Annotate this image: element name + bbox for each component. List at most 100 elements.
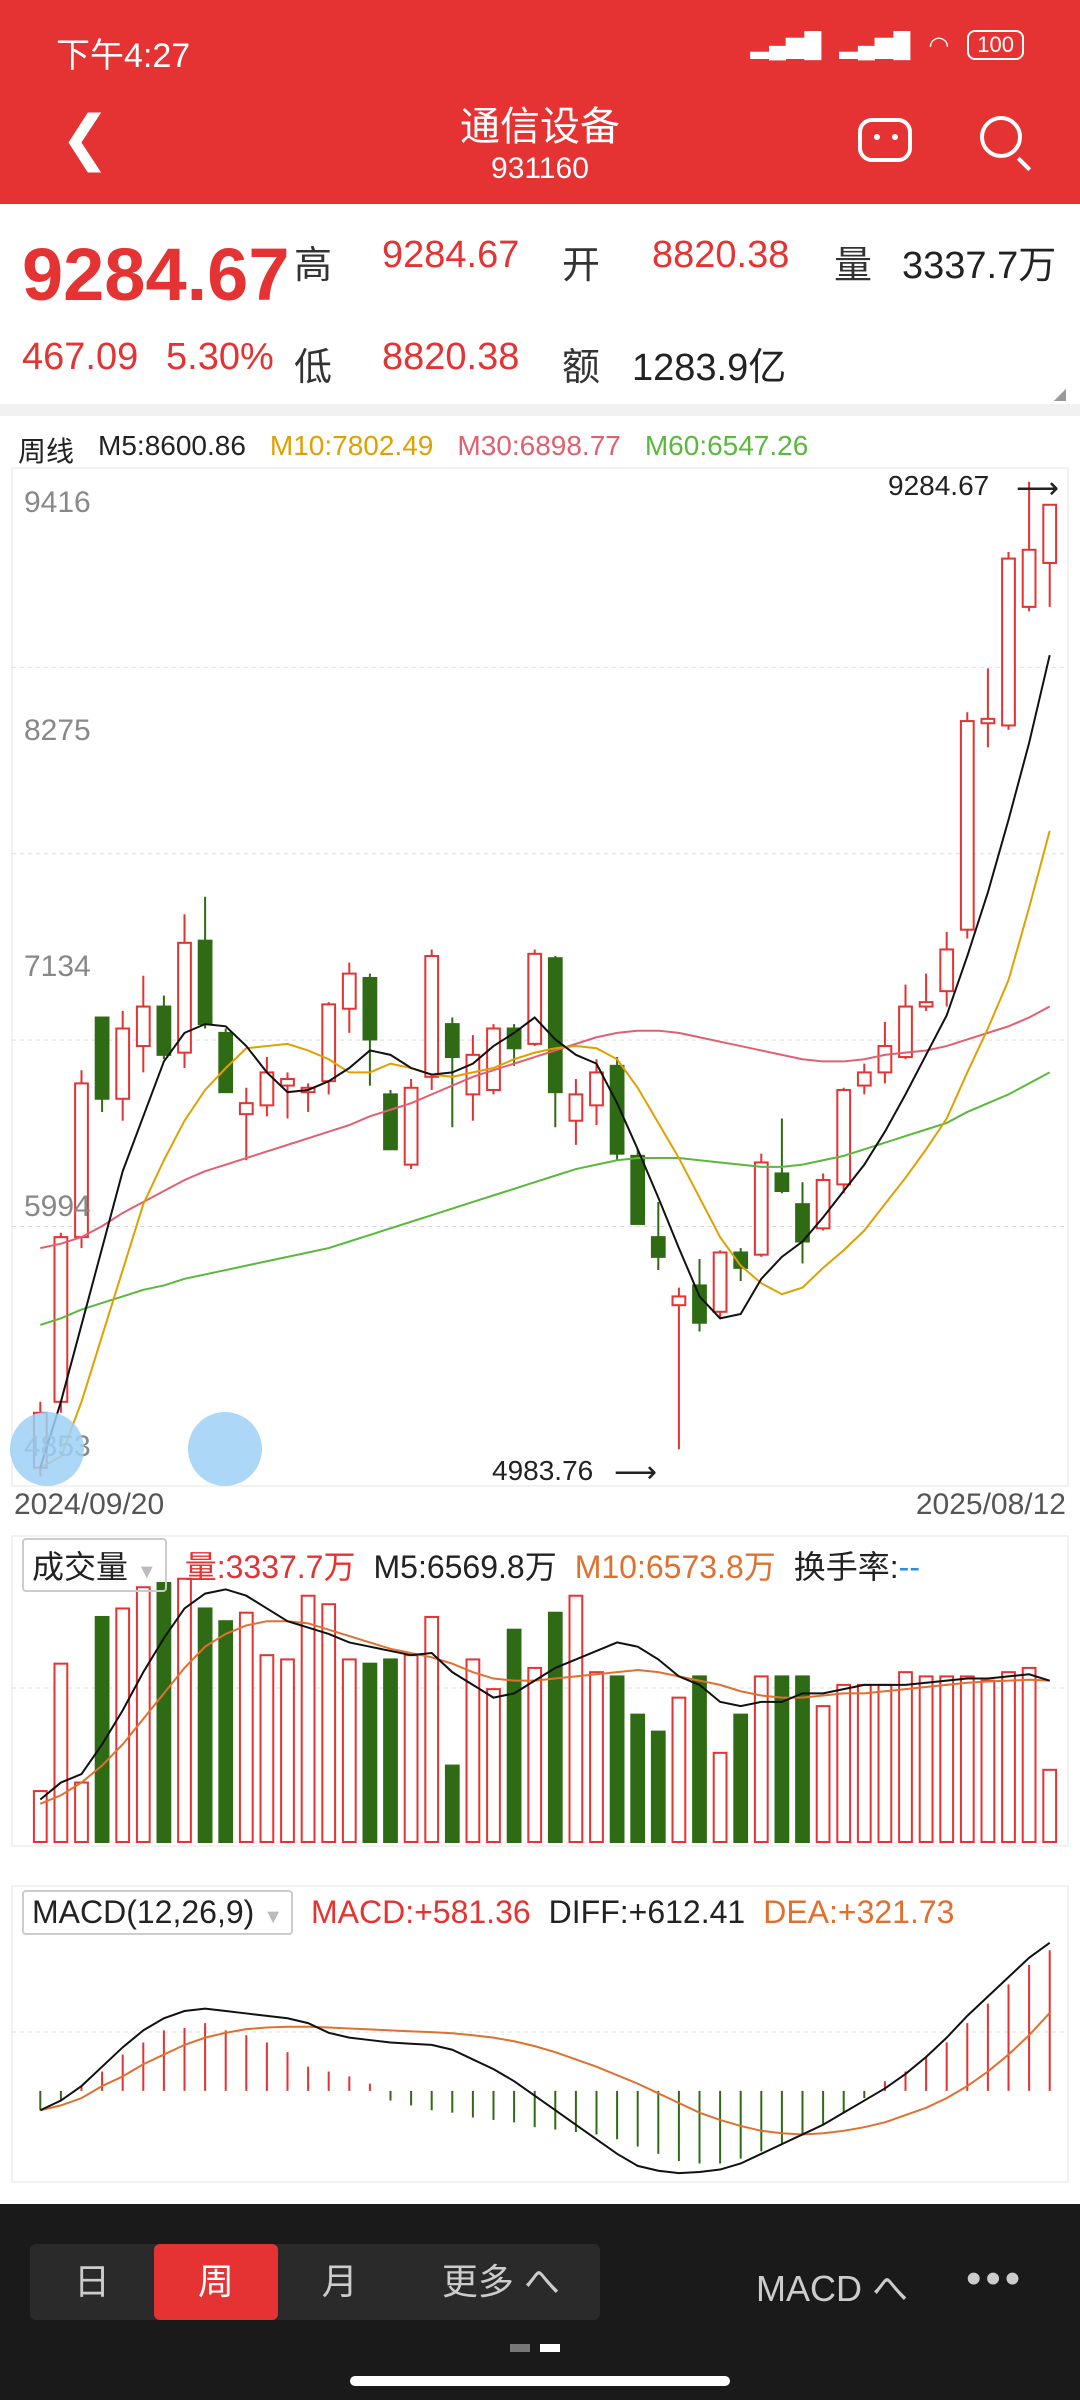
- candle-body: [341, 972, 357, 1010]
- volume-bar: [383, 1658, 398, 1844]
- amount-label: 额: [562, 347, 601, 389]
- volume-bar: [959, 1675, 975, 1844]
- ma5-line: [39, 654, 1051, 1468]
- candle-body: [836, 1088, 852, 1186]
- volume-bar: [527, 1666, 543, 1844]
- volume-bar: [300, 1594, 316, 1843]
- open-label: 开: [562, 245, 601, 287]
- volume-current: 量:3337.7万: [184, 1549, 356, 1585]
- volume-m5: M5:6569.8万: [373, 1549, 557, 1585]
- change-percent: 5.30%: [166, 336, 274, 378]
- signal-icon: ▂▄▆█: [750, 31, 822, 59]
- volume-bar: [671, 1696, 687, 1843]
- volume-bar: [74, 1781, 89, 1843]
- volume-bar: [341, 1658, 357, 1844]
- candle-body: [1021, 548, 1037, 608]
- y-tick-0: 9416: [24, 486, 91, 519]
- candle-body: [238, 1102, 254, 1116]
- volume-bar: [856, 1683, 872, 1844]
- candle-body: [527, 952, 543, 1045]
- candle-body: [939, 948, 955, 993]
- signal-icon-2: ▂▄▆█: [839, 31, 911, 59]
- high-value: 9284.67: [382, 234, 520, 276]
- volume-bar: [1001, 1671, 1016, 1843]
- candle-body: [589, 1071, 604, 1107]
- candle-body: [568, 1093, 584, 1122]
- volume-bar: [218, 1620, 234, 1843]
- change-value: 467.09: [22, 336, 139, 378]
- candle-body: [547, 957, 563, 1094]
- indicator-selector[interactable]: MACD へ: [756, 2260, 908, 2312]
- tab-day[interactable]: 日: [30, 2244, 154, 2320]
- candle-body: [1001, 557, 1016, 727]
- diff-line: [39, 1941, 1051, 2175]
- volume-bar: [424, 1615, 440, 1844]
- candle-body: [94, 1016, 110, 1100]
- macd-selector-label: MACD(12,26,9): [32, 1894, 255, 1930]
- volume-bar: [1042, 1768, 1058, 1844]
- ma10-line: [39, 830, 1051, 1469]
- tab-week[interactable]: 周: [153, 2244, 278, 2320]
- candle-body: [486, 1027, 501, 1091]
- candle-body: [362, 976, 378, 1041]
- home-indicator[interactable]: [350, 2376, 730, 2386]
- volume-bar: [712, 1751, 728, 1844]
- candle-body: [774, 1172, 790, 1192]
- fullscreen-icon[interactable]: [188, 1412, 262, 1486]
- low-marker-arrow: ⟶: [614, 1456, 657, 1489]
- volume-bar: [156, 1581, 172, 1843]
- current-price: 9284.67: [22, 233, 290, 316]
- candle-body: [671, 1295, 687, 1307]
- divider: [0, 404, 1080, 416]
- volume-bar: [939, 1675, 955, 1844]
- quote-panel: 9284.67 高 9284.67 开 8820.38 量 3337.7万 46…: [0, 204, 1080, 404]
- bottom-bar: 日 周 月 更多 へ MACD へ •••: [0, 2204, 1080, 2400]
- volume-bar: [898, 1671, 913, 1843]
- status-time: 下午4:27: [56, 37, 191, 75]
- status-icons: ▂▄▆█ ▂▄▆█ ◠ 100: [750, 30, 1024, 60]
- volume-selector[interactable]: 成交量 ▼: [22, 1538, 167, 1592]
- candle-body: [630, 1154, 646, 1225]
- candle-body: [712, 1251, 728, 1313]
- volume-bar: [980, 1679, 996, 1843]
- turnover-label: 换手率:: [793, 1549, 899, 1585]
- volume-bar: [918, 1675, 934, 1844]
- candle-body: [506, 1027, 522, 1050]
- candle-body: [156, 1005, 172, 1056]
- search-icon[interactable]: [980, 116, 1022, 158]
- candle-body: [177, 941, 192, 1054]
- candle-body: [280, 1078, 295, 1087]
- candle-body: [856, 1071, 872, 1087]
- macd-value: MACD:+581.36: [310, 1894, 531, 1930]
- candle-body: [898, 1005, 913, 1059]
- candle-body: [424, 955, 440, 1078]
- volume-bar: [589, 1671, 604, 1843]
- volume-selector-label: 成交量: [32, 1549, 129, 1585]
- volume-value: 3337.7万: [902, 245, 1057, 287]
- volume-bar: [259, 1654, 275, 1843]
- volume-header: 成交量 ▼ 量:3337.7万 M5:6569.8万 M10:6573.8万 换…: [22, 1538, 920, 1592]
- y-tick-3: 5994: [24, 1190, 91, 1223]
- more-icon[interactable]: •••: [966, 2254, 1024, 2304]
- chevron-down-icon: ▼: [263, 1906, 283, 1928]
- volume-bar: [321, 1603, 337, 1843]
- collapse-icon[interactable]: [10, 1412, 84, 1486]
- volume-bar: [630, 1713, 646, 1843]
- low-value: 8820.38: [382, 336, 520, 378]
- candle-body: [753, 1161, 769, 1256]
- diff-value: DIFF:+612.41: [548, 1894, 746, 1930]
- candle-body: [197, 939, 213, 1026]
- expand-icon[interactable]: ◢: [1054, 384, 1066, 404]
- tab-more[interactable]: 更多 へ: [402, 2244, 600, 2320]
- macd-selector[interactable]: MACD(12,26,9) ▼: [22, 1890, 293, 1935]
- volume-bar: [815, 1705, 831, 1843]
- volume-bar: [547, 1611, 563, 1843]
- ma60-label: M60:6547.26: [644, 430, 809, 461]
- assistant-icon[interactable]: [858, 118, 912, 162]
- volume-bar: [177, 1577, 192, 1843]
- volume-bar: [795, 1675, 810, 1844]
- volume-bar: [650, 1730, 666, 1843]
- tab-month[interactable]: 月: [278, 2244, 402, 2320]
- macd-header: MACD(12,26,9) ▼ MACD:+581.36 DIFF:+612.4…: [22, 1890, 954, 1935]
- candle-body: [444, 1023, 460, 1059]
